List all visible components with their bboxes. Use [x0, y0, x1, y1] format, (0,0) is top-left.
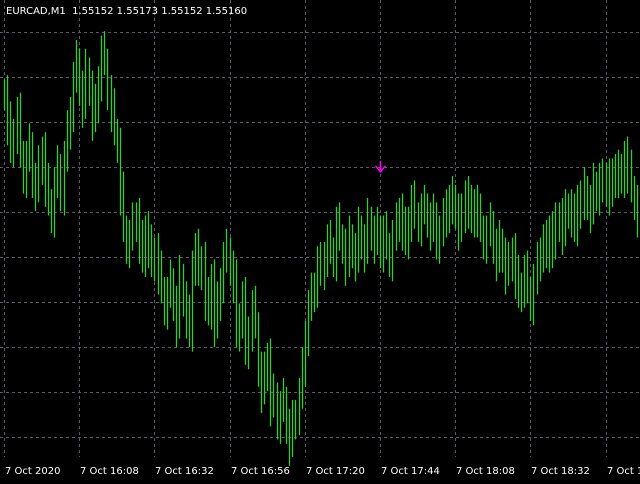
- x-tick-label: 7 Oct 16:56: [231, 466, 290, 477]
- x-tick-label: 7 Oct 16:32: [155, 466, 214, 477]
- x-tick-label: 7 Oct 18:32: [531, 466, 590, 477]
- x-tick-label: 7 Oct 18:08: [456, 466, 515, 477]
- x-tick-label: 7 Oct 16:08: [80, 466, 139, 477]
- time-axis: 7 Oct 2020 7 Oct 16:08 7 Oct 16:32 7 Oct 16…: [5, 466, 640, 477]
- x-tick-label: 7 Oct 2020: [5, 466, 60, 477]
- price-series: [3, 31, 639, 466]
- x-tick-label: 7 Oct 18: [607, 466, 640, 477]
- x-tick-label: 7 Oct 17:20: [306, 466, 365, 477]
- chart-header: EURCAD,M1 1.55152 1.55173 1.55152 1.5516…: [6, 6, 247, 17]
- symbol-timeframe: EURCAD,M1: [6, 6, 66, 17]
- ohlc-readout: 1.55152 1.55173 1.55152 1.55160: [72, 6, 248, 17]
- price-chart[interactable]: 7 Oct 2020 7 Oct 16:08 7 Oct 16:32 7 Oct 16…: [0, 0, 640, 480]
- x-tick-label: 7 Oct 17:44: [381, 466, 440, 477]
- signal-markers: [374, 160, 387, 173]
- chart-area[interactable]: 7 Oct 2020 7 Oct 16:08 7 Oct 16:32 7 Oct 16…: [0, 0, 640, 480]
